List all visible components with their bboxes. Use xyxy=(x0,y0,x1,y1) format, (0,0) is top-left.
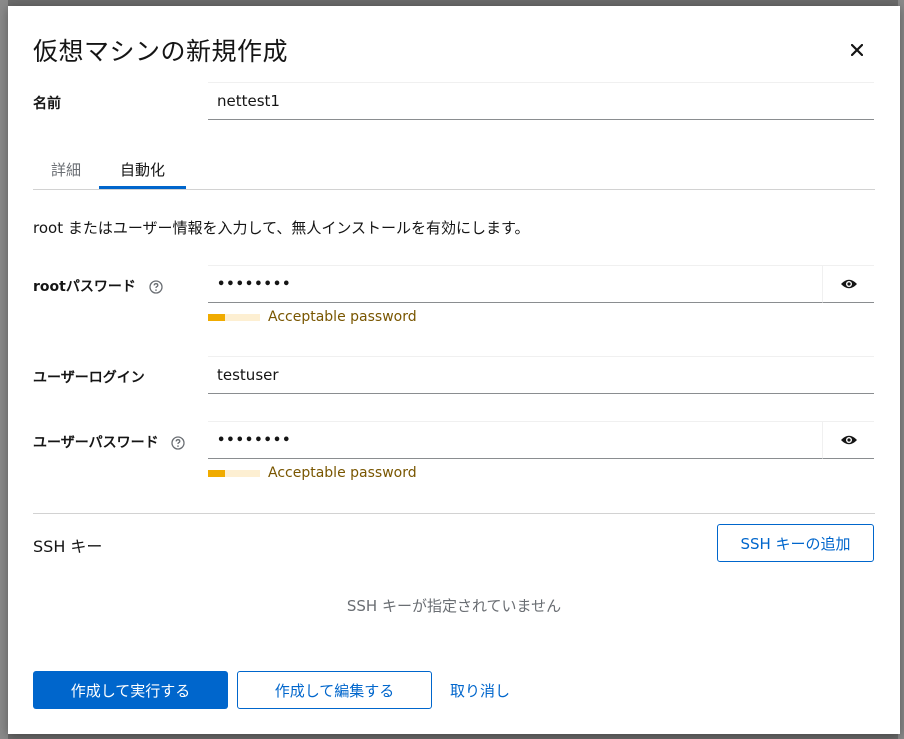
tab-details-label: 詳細 xyxy=(50,161,81,179)
user-password-strength: Acceptable password xyxy=(208,465,417,481)
ssh-keys-label: SSH キー xyxy=(33,537,103,556)
strength-meter xyxy=(208,469,260,477)
dialog-title: 仮想マシンの新規作成 xyxy=(33,37,289,66)
create-and-run-button[interactable]: 作成して実行する xyxy=(33,671,228,709)
user-password-value: •••••••• xyxy=(217,432,292,448)
strength-meter-fill xyxy=(208,469,226,477)
close-button[interactable] xyxy=(846,39,868,61)
help-icon[interactable] xyxy=(149,280,163,294)
add-ssh-key-button[interactable]: SSH キーの追加 xyxy=(717,524,874,562)
tab-details[interactable]: 詳細 xyxy=(33,151,99,188)
tab-automation[interactable]: 自動化 xyxy=(99,151,186,189)
strength-text: Acceptable password xyxy=(268,309,417,325)
root-password-show-button[interactable] xyxy=(822,265,874,303)
root-password-input[interactable]: •••••••• xyxy=(208,265,822,303)
strength-text: Acceptable password xyxy=(268,465,417,481)
user-password-show-button[interactable] xyxy=(822,421,874,459)
user-login-value: testuser xyxy=(217,366,279,384)
create-vm-dialog: 仮想マシンの新規作成 名前 nettest1 詳細 自動化 root またはユー… xyxy=(8,6,900,734)
tab-bar: 詳細 自動化 xyxy=(33,151,875,190)
root-password-strength: Acceptable password xyxy=(208,309,417,325)
user-password-input[interactable]: •••••••• xyxy=(208,421,822,459)
eye-icon xyxy=(840,435,857,445)
cancel-button[interactable]: 取り消し xyxy=(440,671,520,709)
user-password-label: ユーザーパスワード xyxy=(33,435,159,451)
strength-meter-fill xyxy=(208,313,226,321)
create-and-edit-button[interactable]: 作成して編集する xyxy=(237,671,432,709)
user-password-label-group: ユーザーパスワード xyxy=(33,432,186,452)
help-icon[interactable] xyxy=(171,436,186,450)
user-login-label: ユーザーログイン xyxy=(33,370,145,386)
root-password-value: •••••••• xyxy=(217,276,292,292)
tab-automation-label: 自動化 xyxy=(119,161,165,179)
name-input[interactable]: nettest1 xyxy=(208,82,874,120)
name-input-value: nettest1 xyxy=(217,92,280,110)
name-label: 名前 xyxy=(33,96,61,112)
automation-description: root またはユーザー情報を入力して、無人インストールを有効にします。 xyxy=(33,219,530,237)
background-page-left xyxy=(0,0,8,739)
section-divider xyxy=(33,513,875,514)
ssh-empty-state: SSH キーが指定されていません xyxy=(346,597,562,615)
root-password-label-group: rootパスワード xyxy=(33,276,163,296)
user-login-input[interactable]: testuser xyxy=(208,356,874,394)
eye-icon xyxy=(840,279,857,289)
strength-meter xyxy=(208,313,260,321)
root-password-label: rootパスワード xyxy=(33,279,136,295)
close-icon xyxy=(851,44,863,56)
